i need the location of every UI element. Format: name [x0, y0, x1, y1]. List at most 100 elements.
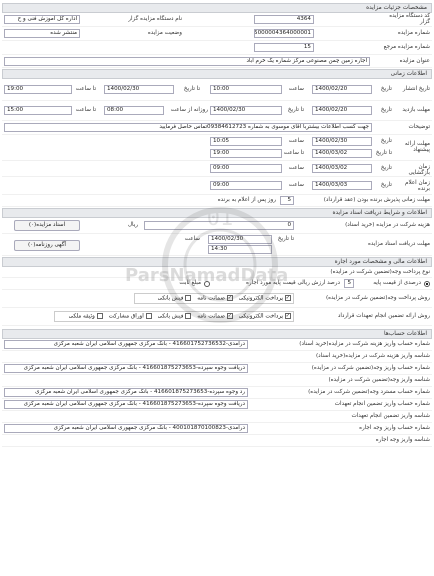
row-open: زمان بازگشایی تاریخ 1400/03/02 ساعت 09:0…: [2, 161, 432, 177]
account-value[interactable]: دریافت وجوه سپرده-416601875273653 - بانک…: [4, 400, 248, 409]
visit-to-hour-field[interactable]: 15:00: [4, 106, 72, 115]
auction-code-label: کد دستگاه مزایده گزار: [389, 13, 430, 25]
offer-date-field[interactable]: 1400/02/30: [312, 137, 372, 146]
fixed-radio[interactable]: [204, 281, 210, 287]
status-label: وضعیت مزایده: [147, 30, 182, 36]
row-contract: مهلت زمانی پذیرش برنده بودن (عقد قرارداد…: [2, 195, 432, 207]
guarantee-letter-label: ضمانت نامه: [197, 313, 225, 320]
open-label: زمان بازگشایی: [408, 164, 430, 176]
deadline-hour-field[interactable]: 14:30: [208, 245, 272, 254]
announce-date-label: تاریخ: [380, 182, 392, 188]
publish-to-date-field[interactable]: 1400/02/30: [104, 85, 174, 94]
guarantee-property-label: وثیقه ملکی: [68, 313, 95, 320]
contract-label: مهلت زمانی پذیرش برنده بودن (عقد قرارداد…: [323, 197, 430, 203]
row-title: عنوان مزایده اجاره زمین چمن مصنوعی مرکز …: [2, 55, 432, 68]
auction-number-field[interactable]: 5000004364000001: [254, 29, 314, 38]
account-row: شناسه واریز تضمین انجام تعهدات: [2, 411, 432, 423]
deadline-date-field[interactable]: 1400/02/30: [208, 235, 272, 244]
visit-to-date-field[interactable]: 1400/02/30: [210, 106, 282, 115]
account-label: شماره حساب واریز وجه اجاره: [359, 425, 430, 431]
method-electronic-label: پرداخت الکترونیکی: [238, 295, 283, 302]
open-hour-field[interactable]: 09:00: [210, 164, 282, 173]
account-row: شماره حساب واریز وجه(تضمین شرکت در مزاید…: [2, 363, 432, 375]
publish-to-date-label: تا تاریخ: [183, 86, 200, 92]
offer-label: مهلت ارائه پیشنهاد: [404, 141, 430, 153]
docs-button[interactable]: اسناد مزایده(۰): [14, 220, 80, 231]
guarantee-property-checkbox[interactable]: [96, 313, 103, 319]
section-header-time: اطلاعات زمانی: [2, 69, 432, 79]
deadline-date-label: تا تاریخ: [277, 236, 294, 242]
fixed-label: مبلغ ثابت: [179, 280, 201, 286]
org-name-field[interactable]: اداره کل آموزش فنی و ح: [4, 15, 80, 24]
fee-unit: ریال: [127, 222, 138, 228]
method-electronic-checkbox[interactable]: [285, 295, 291, 301]
title-field[interactable]: اجاره زمین چمن مصنوعی مرکز شماره یک خرم …: [4, 57, 370, 66]
method-guarantee-checkbox[interactable]: [226, 295, 233, 301]
row-number: شماره مزایده 5000004364000001 وضعیت مزای…: [2, 27, 432, 41]
row-deadline: مهلت دریافت اسناد مزایده تا تاریخ 1400/0…: [2, 234, 432, 256]
newspaper-ad-button[interactable]: آگهی روزنامه(۰): [14, 240, 80, 251]
row-fee: هزینه شرکت در مزایده (خرید اسناد) 0 ریال…: [2, 218, 432, 234]
row-percent: درصدی از قیمت پایه 5 درصد ارزش ریالی قیم…: [2, 278, 432, 290]
account-row: شناسه واریز هزینه شرکت در مزایده(خرید اس…: [2, 351, 432, 363]
visit-to-hour-label: تا ساعت: [75, 107, 96, 113]
account-value[interactable]: درآمدی-416601752736532 - بانک مرکزی جمهو…: [4, 340, 248, 349]
guarantee-bonds-checkbox[interactable]: [145, 313, 152, 319]
row-announce: زمان اعلام برنده تاریخ 1400/03/03 ساعت 0…: [2, 177, 432, 195]
section-header-accounts: اطلاعات حساب‌ها: [2, 329, 432, 339]
account-row: شناسه واریز وجه اجاره: [2, 435, 432, 447]
announce-date-field[interactable]: 1400/03/03: [312, 181, 372, 190]
desc-field[interactable]: جهت کسب اطلاعات بیشتربا آقای موسوی به شم…: [4, 123, 372, 132]
auction-details-page: مشخصات جزئیات مزایده کد دستگاه مزایده گز…: [2, 2, 432, 447]
publish-label: تاریخ انتشار: [402, 86, 430, 92]
row-org: کد دستگاه مزایده گزار 4364 نام دستگاه مز…: [2, 13, 432, 27]
auction-code-field[interactable]: 4364: [254, 15, 314, 24]
percent-field[interactable]: 5: [344, 279, 354, 288]
open-hour-label: ساعت: [288, 165, 304, 171]
contract-days-field[interactable]: 5: [280, 196, 294, 205]
guarantee-options: پرداخت الکترونیکی ضمانت نامه فیش بانکی ا…: [54, 311, 294, 322]
publish-to-hour-field[interactable]: 19:00: [4, 85, 72, 94]
auction-number-label: شماره مزایده: [397, 30, 430, 36]
guarantee-electronic-checkbox[interactable]: [285, 313, 291, 319]
offer-to-hour-field[interactable]: 19:00: [210, 149, 282, 158]
account-label: شناسه واریز هزینه شرکت در مزایده(خرید اس…: [315, 353, 430, 359]
status-field[interactable]: منتشر شده: [4, 29, 80, 38]
account-label: شماره حساب واریز تضمین انجام تعهدات: [334, 401, 430, 407]
offer-to-date-field[interactable]: 1400/03/02: [312, 149, 372, 158]
publish-date-field[interactable]: 1400/02/20: [312, 85, 372, 94]
visit-date-field[interactable]: 1400/02/20: [312, 106, 372, 115]
payment-type-label: نوع پرداخت وجه(تضمین شرکت در مزایده): [330, 269, 430, 275]
accounts-list: شماره حساب واریز هزینه شرکت در مزایده(خر…: [2, 339, 432, 447]
guarantee-bank-label: فیش بانکی: [157, 313, 184, 320]
percent-radio[interactable]: [424, 281, 430, 287]
fee-field[interactable]: 0: [144, 221, 294, 230]
visit-day-label: روزانه از ساعت: [170, 107, 208, 113]
offer-to-hour-label: تا ساعت: [283, 150, 304, 156]
account-value[interactable]: درآمدی-400101870100823 - بانک مرکزی جمهو…: [4, 424, 248, 433]
account-label: شناسه واریز وجه اجاره: [375, 437, 430, 443]
account-value[interactable]: رد وجوه سپرده-416601875273653 - بانک مرک…: [4, 388, 248, 397]
visit-label: مهلت بازدید: [402, 107, 430, 113]
section-header-conditions: اطلاعات و شرایط دریافت اسناد مزایده: [2, 208, 432, 218]
visit-from-hour-field[interactable]: 08:00: [104, 106, 164, 115]
org-name-label: نام دستگاه مزایده گزار: [128, 16, 182, 22]
offer-date-label: تاریخ: [380, 138, 392, 144]
account-label: شناسه واریز تضمین انجام تعهدات: [351, 413, 430, 419]
deadline-hour-label: ساعت: [184, 236, 200, 242]
guarantee-letter-checkbox[interactable]: [226, 313, 233, 319]
percent-suffix: درصد ارزش ریالی قیمت پایه مورد اجاره: [246, 280, 340, 286]
publish-hour-field[interactable]: 10:00: [210, 85, 282, 94]
account-value[interactable]: دریافت وجوه سپرده-416601875273653 - بانک…: [4, 364, 248, 373]
ref-number-field[interactable]: 15: [254, 43, 314, 52]
account-row: شماره حساب واریز وجه اجاره درآمدی-400101…: [2, 423, 432, 435]
guarantee-bank-checkbox[interactable]: [185, 313, 192, 319]
open-date-field[interactable]: 1400/03/02: [312, 164, 372, 173]
deadline-label: مهلت دریافت اسناد مزایده: [367, 241, 430, 247]
account-row: شماره حساب مسترد وجه(تضمین شرکت در مزاید…: [2, 387, 432, 399]
account-row: شماره حساب واریز هزینه شرکت در مزایده(خر…: [2, 339, 432, 351]
announce-hour-field[interactable]: 09:00: [210, 181, 282, 190]
method-bank-label: فیش بانکی: [157, 295, 184, 302]
offer-hour-field[interactable]: 10:05: [210, 137, 282, 146]
method-bank-checkbox[interactable]: [185, 295, 192, 301]
